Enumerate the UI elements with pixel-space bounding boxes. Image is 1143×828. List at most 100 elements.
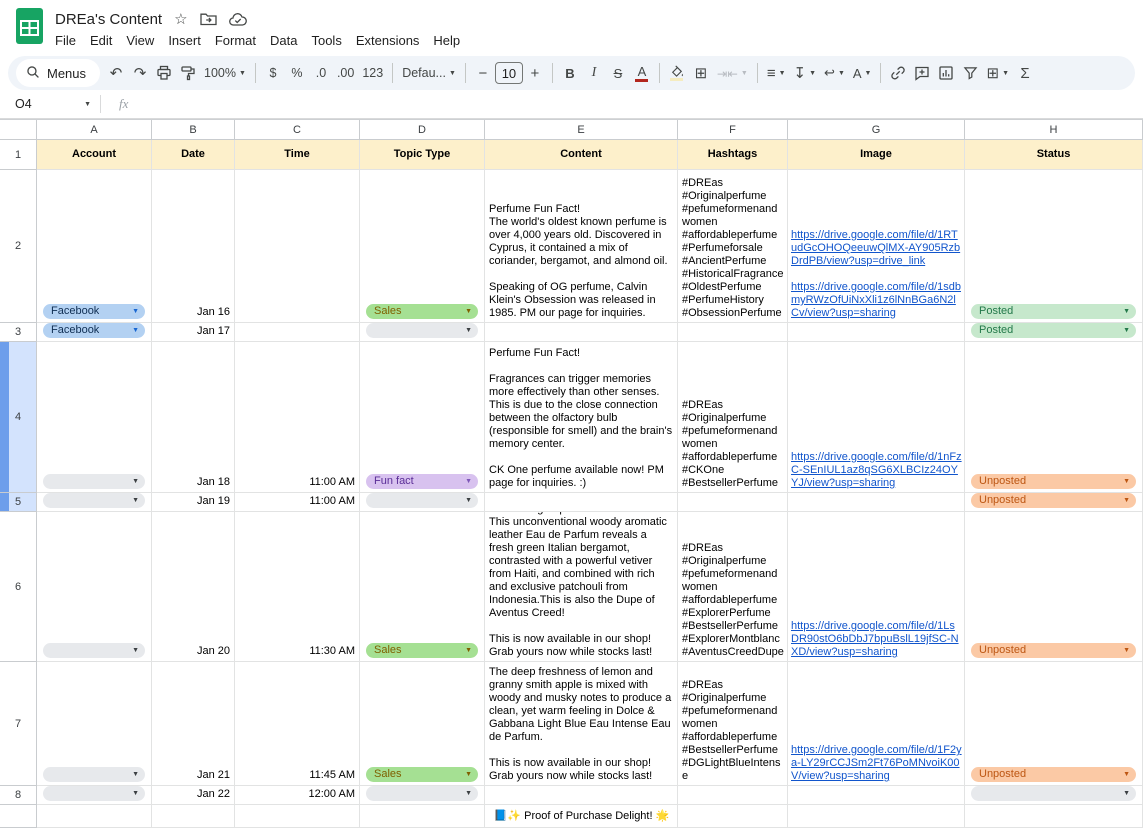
borders-button[interactable]: ⊞	[689, 60, 713, 86]
decrease-font-size-button[interactable]: −	[471, 60, 495, 86]
cell-H8[interactable]: ▼	[965, 786, 1143, 805]
cell-F4[interactable]: #DREas #Originalperfume #pefumeformenand…	[678, 342, 788, 493]
cell-A6[interactable]: ▼	[37, 512, 152, 662]
cell-H1[interactable]: Status	[965, 140, 1143, 170]
menu-edit[interactable]: Edit	[83, 32, 119, 49]
italic-button[interactable]: I	[582, 60, 606, 86]
cell-D6[interactable]: Sales ▼	[360, 512, 485, 662]
cell-B4[interactable]: Jan 18	[152, 342, 235, 493]
cell-B7[interactable]: Jan 21	[152, 662, 235, 786]
cell-F3[interactable]	[678, 323, 788, 342]
cell-H6[interactable]: Unposted ▼	[965, 512, 1143, 662]
fill-color-button[interactable]	[665, 60, 689, 86]
cell-C8[interactable]: 12:00 AM	[235, 786, 360, 805]
cell-A[interactable]	[37, 805, 152, 828]
document-title[interactable]: DREa's Content	[55, 11, 162, 28]
cell-A1[interactable]: Account	[37, 140, 152, 170]
column-header-F[interactable]: F	[678, 120, 788, 140]
cell-C1[interactable]: Time	[235, 140, 360, 170]
cell-D[interactable]	[360, 805, 485, 828]
cell-F8[interactable]	[678, 786, 788, 805]
cell-F[interactable]	[678, 805, 788, 828]
cell-G[interactable]	[788, 805, 965, 828]
cell-C7[interactable]: 11:45 AM	[235, 662, 360, 786]
cell-G7[interactable]: https://drive.google.com/file/d/1F2ya-LY…	[788, 662, 965, 786]
cell-E1[interactable]: Content	[485, 140, 678, 170]
functions-button[interactable]: Σ	[1013, 60, 1037, 86]
strikethrough-button[interactable]: S	[606, 60, 630, 86]
account-dropdown-chip[interactable]: Facebook ▼	[43, 323, 145, 338]
cell-G4[interactable]: https://drive.google.com/file/d/1nFzC-SE…	[788, 342, 965, 493]
insert-link-button[interactable]	[886, 60, 910, 86]
cell-D4[interactable]: Fun fact ▼	[360, 342, 485, 493]
cell-B3[interactable]: Jan 17	[152, 323, 235, 342]
column-header-C[interactable]: C	[235, 120, 360, 140]
create-filter-button[interactable]	[958, 60, 982, 86]
drive-file-link[interactable]: https://drive.google.com/file/d/1F2ya-LY…	[791, 744, 962, 783]
cell-G3[interactable]	[788, 323, 965, 342]
topic-type-dropdown-chip[interactable]: Sales ▼	[366, 643, 478, 658]
cell-F5[interactable]	[678, 493, 788, 512]
cell-A7[interactable]: ▼	[37, 662, 152, 786]
status-dropdown-chip[interactable]: Unposted ▼	[971, 643, 1136, 658]
topic-type-dropdown-chip[interactable]: Sales ▼	[366, 304, 478, 319]
cell-H3[interactable]: Posted ▼	[965, 323, 1143, 342]
grid-corner-select-all[interactable]	[0, 120, 37, 140]
account-dropdown-chip[interactable]: ▼	[43, 643, 145, 658]
cell-F1[interactable]: Hashtags	[678, 140, 788, 170]
font-family-select[interactable]: Defau... ▼	[398, 60, 460, 86]
column-header-E[interactable]: E	[485, 120, 678, 140]
row-header-3[interactable]: 3	[0, 323, 37, 342]
cell-D1[interactable]: Topic Type	[360, 140, 485, 170]
drive-file-link[interactable]: https://drive.google.com/file/d/1sdbmyRW…	[791, 281, 962, 320]
cell-C2[interactable]	[235, 170, 360, 323]
topic-type-dropdown-chip[interactable]: ▼	[366, 786, 478, 801]
status-dropdown-chip[interactable]: Posted ▼	[971, 304, 1136, 319]
drive-file-link[interactable]: https://drive.google.com/file/d/1LsDR90s…	[791, 620, 962, 659]
menu-tools[interactable]: Tools	[304, 32, 348, 49]
cell-C5[interactable]: 11:00 AM	[235, 493, 360, 512]
cell-B[interactable]	[152, 805, 235, 828]
cell-F2[interactable]: #DREas #Originalperfume #pefumeformenand…	[678, 170, 788, 323]
cell-E8[interactable]	[485, 786, 678, 805]
cell-E3[interactable]	[485, 323, 678, 342]
column-header-G[interactable]: G	[788, 120, 965, 140]
cell-B6[interactable]: Jan 20	[152, 512, 235, 662]
format-currency-button[interactable]: $	[261, 60, 285, 86]
cell-G5[interactable]	[788, 493, 965, 512]
cell-B1[interactable]: Date	[152, 140, 235, 170]
topic-type-dropdown-chip[interactable]: Fun fact ▼	[366, 474, 478, 489]
cell-A5[interactable]: ▼	[37, 493, 152, 512]
row-header-1[interactable]: 1	[0, 140, 37, 170]
zoom-select[interactable]: 100% ▼	[200, 60, 250, 86]
cell-C3[interactable]	[235, 323, 360, 342]
star-icon[interactable]: ☆	[174, 12, 187, 27]
row-header-partial[interactable]	[0, 805, 37, 828]
print-button[interactable]	[152, 60, 176, 86]
status-dropdown-chip[interactable]: Unposted ▼	[971, 474, 1136, 489]
font-size-input[interactable]: 10	[494, 62, 523, 84]
row-header-2[interactable]: 2	[0, 170, 37, 323]
cell-B5[interactable]: Jan 19	[152, 493, 235, 512]
cell-G1[interactable]: Image	[788, 140, 965, 170]
menu-format[interactable]: Format	[208, 32, 263, 49]
name-box[interactable]: O4 ▼	[0, 90, 100, 118]
status-dropdown-chip[interactable]: Unposted ▼	[971, 493, 1136, 508]
cell-F6[interactable]: #DREas #Originalperfume #pefumeformenand…	[678, 512, 788, 662]
horizontal-align-button[interactable]: ≡ ▼	[763, 60, 790, 86]
cell-H5[interactable]: Unposted ▼	[965, 493, 1143, 512]
row-header-6[interactable]: 6	[0, 512, 37, 662]
row-header-7[interactable]: 7	[0, 662, 37, 786]
cell-E5[interactable]	[485, 493, 678, 512]
account-dropdown-chip[interactable]: ▼	[43, 786, 145, 801]
insert-chart-button[interactable]	[934, 60, 958, 86]
cell-D8[interactable]: ▼	[360, 786, 485, 805]
cell-D5[interactable]: ▼	[360, 493, 485, 512]
menu-data[interactable]: Data	[263, 32, 304, 49]
table-tools-button[interactable]: ⊞ ▼	[982, 60, 1013, 86]
cell-F7[interactable]: #DREas #Originalperfume #pefumeformenand…	[678, 662, 788, 786]
status-dropdown-chip[interactable]: ▼	[971, 786, 1136, 801]
cell-C[interactable]	[235, 805, 360, 828]
menu-view[interactable]: View	[119, 32, 161, 49]
increase-decimal-button[interactable]: .00	[333, 60, 358, 86]
